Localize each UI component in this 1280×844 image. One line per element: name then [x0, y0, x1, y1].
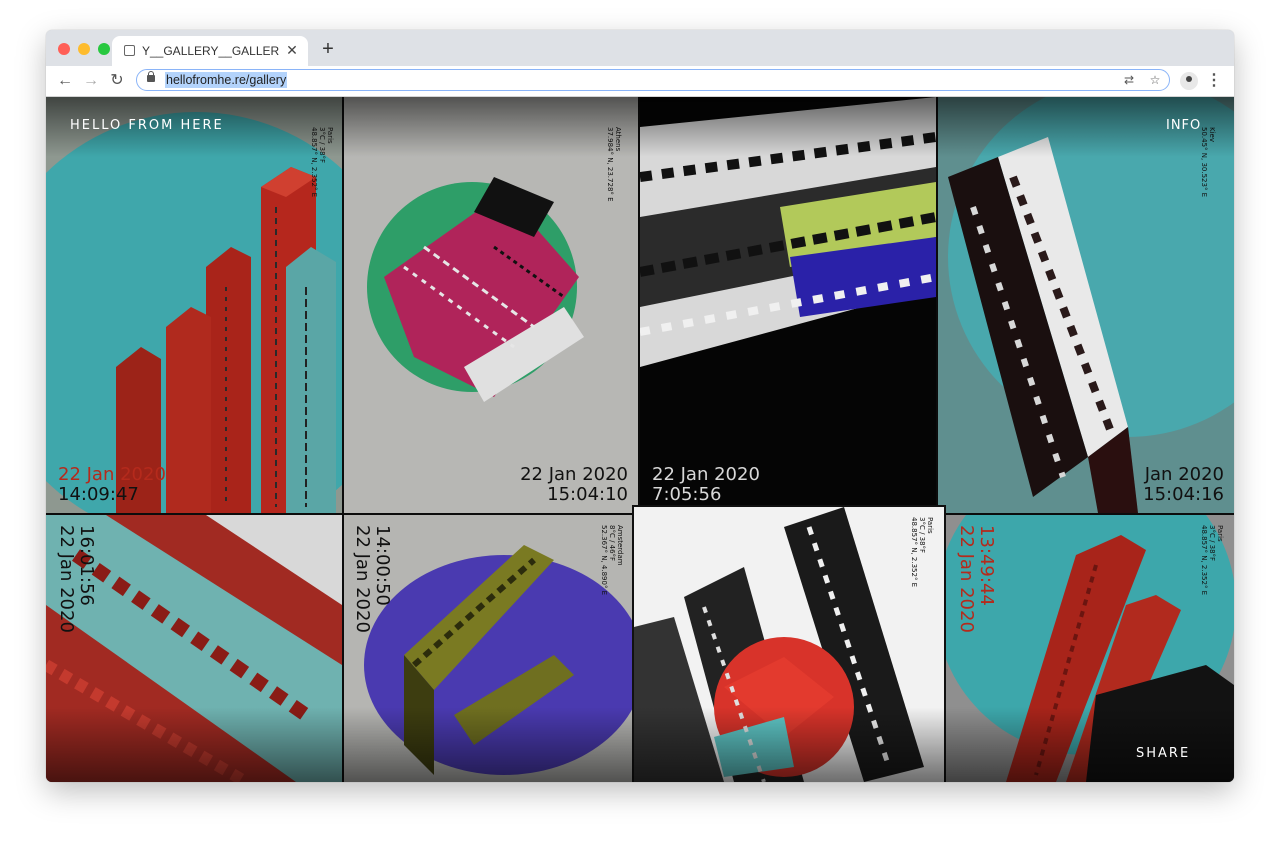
tile-date: 22 Jan 2020 — [352, 525, 373, 633]
tile-location: Kiev 50.45° N, 30.523° E — [1200, 127, 1216, 197]
tile-artwork — [948, 97, 1234, 513]
tile-city: Kiev — [1208, 127, 1216, 142]
tile-temp: 3°C / 38°F — [1208, 525, 1216, 562]
window-controls — [58, 43, 110, 55]
tile-city: Paris — [1216, 525, 1224, 542]
tile-date: 22 Jan 2020 — [56, 525, 77, 633]
address-bar[interactable]: hellofromhe.re/gallery ⇄ ☆ — [136, 69, 1170, 91]
tile-temp: 8°C / 46°F — [608, 525, 616, 562]
tile-artwork — [640, 97, 936, 367]
tile-city: Paris — [326, 127, 334, 144]
tile-artwork — [367, 177, 584, 402]
tile-location: Paris 3°C / 38°F 48.857° N, 2.352° E — [310, 127, 334, 197]
forward-arrow-icon[interactable]: → — [80, 70, 102, 92]
share-link[interactable]: SHARE — [1136, 746, 1190, 761]
browser-window: Y__GALLERY__GALLER ✕ + ← → ↻ hellofromhe… — [46, 30, 1234, 782]
tile-artwork — [634, 507, 924, 782]
tile-time: 15:04:16 — [1143, 484, 1224, 505]
tile-coords: 48.857° N, 2.352° E — [910, 517, 918, 588]
close-window-button[interactable] — [58, 43, 70, 55]
site-logo[interactable]: HELLO FROM HERE — [70, 118, 224, 133]
gallery-tile[interactable]: 22 Jan 2020 13:49:44 Paris 3°C / 38°F 48… — [946, 515, 1234, 782]
tile-location: Athens 37.984° N, 23.728° E — [606, 127, 622, 202]
browser-toolbar: ← → ↻ hellofromhe.re/gallery ⇄ ☆ ⋮ — [46, 66, 1234, 97]
lock-icon — [147, 71, 155, 82]
tile-city: Paris — [926, 517, 934, 534]
tile-time: 14:09:47 — [58, 484, 139, 505]
close-icon[interactable]: ✕ — [284, 42, 300, 58]
tile-temp: 3°C / 38°F — [318, 127, 326, 164]
gallery-tile[interactable]: Paris 3°C / 38°F 48.857° N, 2.352° E 22 … — [46, 97, 342, 513]
tile-coords: 50.45° N, 30.523° E — [1200, 127, 1208, 198]
gallery: HELLO FROM HERE INFO SHARE Paris 3°C / 3… — [46, 97, 1234, 782]
translate-icon[interactable]: ⇄ — [1121, 72, 1137, 88]
tile-date: Jan 2020 — [1144, 464, 1224, 485]
reload-icon[interactable]: ↻ — [106, 70, 128, 92]
tile-artwork — [46, 112, 342, 513]
tile-coords: 52.367° N, 4.890° E — [600, 525, 608, 596]
profile-avatar[interactable] — [1180, 72, 1198, 90]
tile-temp: 3°C / 38°F — [918, 517, 926, 554]
tile-date: 22 Jan 2020 — [956, 525, 977, 633]
tile-coords: 48.857° N, 2.352° E — [310, 127, 318, 198]
tile-date: 22 Jan 2020 — [652, 464, 760, 485]
tile-city: Amsterdam — [616, 525, 624, 566]
zoom-window-button[interactable] — [98, 43, 110, 55]
tile-city: Athens — [614, 127, 622, 152]
gallery-tile[interactable]: 22 Jan 2020 7:05:56 — [640, 97, 936, 513]
page-icon — [124, 45, 135, 56]
star-icon[interactable]: ☆ — [1147, 72, 1163, 88]
tile-time: 13:49:44 — [976, 525, 997, 606]
minimize-window-button[interactable] — [78, 43, 90, 55]
tile-date: 22 Jan 2020 — [58, 464, 166, 485]
tile-coords: 37.984° N, 23.728° E — [606, 127, 614, 202]
tile-time: 16:01:56 — [76, 525, 97, 606]
tab-strip: Y__GALLERY__GALLER ✕ + — [46, 30, 1234, 66]
gallery-tile[interactable]: 22 Jan 2020 16:01:56 — [46, 515, 342, 782]
tile-time: 14:00:50 — [372, 525, 393, 606]
info-link[interactable]: INFO — [1166, 118, 1201, 133]
tile-time: 15:04:10 — [547, 484, 628, 505]
new-tab-button[interactable]: + — [316, 37, 340, 61]
gallery-tile-highlighted[interactable]: Paris 3°C / 38°F 48.857° N, 2.352° E — [634, 507, 944, 782]
menu-kebab-icon[interactable]: ⋮ — [1206, 70, 1222, 92]
gallery-tile[interactable]: Athens 37.984° N, 23.728° E 22 Jan 2020 … — [344, 97, 638, 513]
tab-title: Y__GALLERY__GALLER — [142, 44, 280, 58]
back-arrow-icon[interactable]: ← — [54, 70, 76, 92]
tile-time: 7:05:56 — [652, 484, 722, 505]
url-text[interactable]: hellofromhe.re/gallery — [165, 72, 288, 88]
tile-location: Paris 3°C / 38°F 48.857° N, 2.352° E — [1200, 525, 1224, 595]
gallery-tile[interactable]: Kiev 50.45° N, 30.523° E Jan 2020 15:04:… — [938, 97, 1234, 513]
tile-date: 22 Jan 2020 — [520, 464, 628, 485]
gallery-tile[interactable]: 22 Jan 2020 14:00:50 Amsterdam 8°C / 46°… — [344, 515, 634, 782]
tile-coords: 48.857° N, 2.352° E — [1200, 525, 1208, 596]
tile-location: Amsterdam 8°C / 46°F 52.367° N, 4.890° E — [600, 525, 624, 595]
tile-location: Paris 3°C / 38°F 48.857° N, 2.352° E — [910, 517, 934, 587]
browser-tab[interactable]: Y__GALLERY__GALLER ✕ — [112, 36, 308, 66]
